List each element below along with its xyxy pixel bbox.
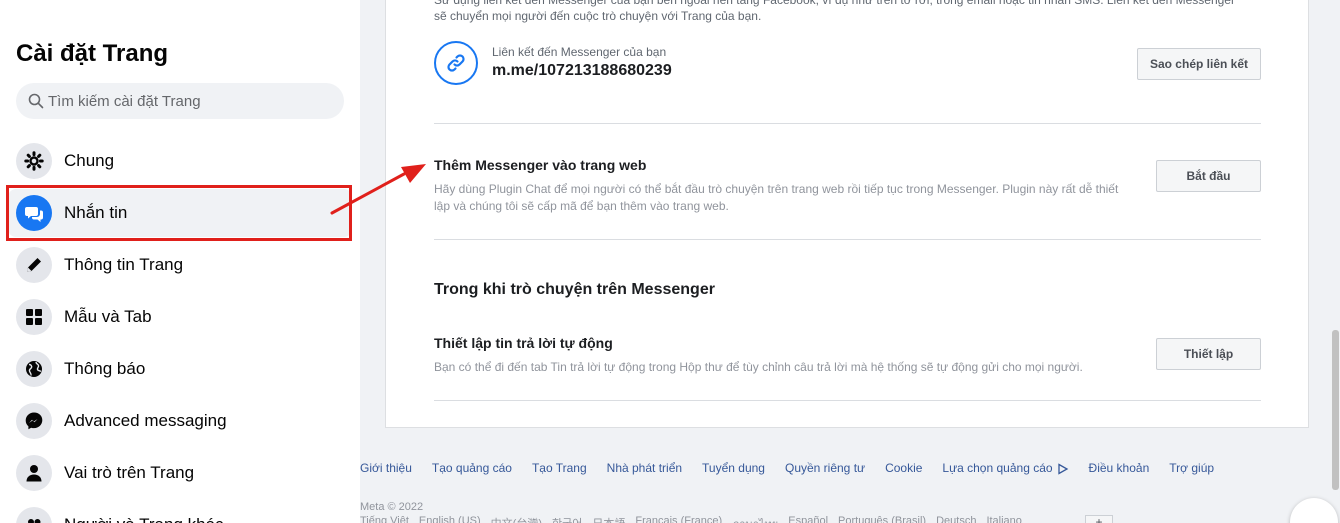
- more-languages-button[interactable]: +: [1085, 515, 1113, 523]
- sidebar-item-chung[interactable]: Chung: [8, 137, 352, 185]
- get-started-button[interactable]: Bắt đầu: [1156, 160, 1261, 192]
- search-box[interactable]: [16, 83, 344, 119]
- footer-link[interactable]: Quyền riêng tư: [785, 461, 865, 475]
- language-link[interactable]: Español: [788, 515, 828, 523]
- setup-button[interactable]: Thiết lập: [1156, 338, 1261, 370]
- link-icon: [434, 41, 478, 85]
- search-input[interactable]: [48, 92, 328, 110]
- description-line: Hãy dùng Plugin Chat để mọi người có thể…: [434, 182, 1119, 196]
- language-link[interactable]: 日本語: [592, 515, 625, 523]
- sidebar-item-label: Advanced messaging: [64, 411, 227, 430]
- divider: [434, 123, 1261, 124]
- language-link[interactable]: Français (France): [635, 515, 722, 523]
- sidebar-item-advanced-messaging[interactable]: Advanced messaging: [8, 397, 352, 445]
- description-line: sẽ chuyển mọi người đến cuộc trò chuyện …: [434, 9, 762, 23]
- sidebar-item-label: Người và Trang khác: [64, 515, 224, 523]
- globe-icon: [16, 351, 52, 387]
- sidebar-item-label: Thông báo: [64, 359, 146, 378]
- sidebar-item-label: Thông tin Trang: [64, 255, 184, 274]
- copyright: Meta © 2022: [360, 501, 424, 513]
- footer-link[interactable]: Lựa chọn quảng cáo: [942, 461, 1052, 475]
- grid-icon: [16, 299, 52, 335]
- language-link[interactable]: 한국어: [552, 515, 582, 523]
- sidebar-item-mau-va-tab[interactable]: Mẫu và Tab: [8, 293, 352, 341]
- description-line: lập và chúng tôi sẽ cấp mã để bạn thêm v…: [434, 199, 729, 213]
- section-heading: Trong khi trò chuyện trên Messenger: [434, 281, 715, 298]
- floating-action-button[interactable]: [1290, 498, 1338, 523]
- people-icon: [16, 507, 52, 523]
- sidebar-item-vai-tro[interactable]: Vai trò trên Trang: [8, 449, 352, 497]
- messenger-link-description: Sử dụng liên kết đến Messenger của bạn b…: [434, 0, 1264, 24]
- pencil-icon: [16, 247, 52, 283]
- footer-links: Giới thiệu Tạo quảng cáo Tạo Trang Nhà p…: [360, 461, 1234, 475]
- ad-choices-icon[interactable]: [1057, 463, 1069, 475]
- auto-reply-title: Thiết lập tin trả lời tự động: [434, 335, 613, 351]
- footer-link[interactable]: Tạo Trang: [532, 461, 587, 475]
- sidebar-item-thong-bao[interactable]: Thông báo: [8, 345, 352, 393]
- language-list: Tiếng Việt English (US) 中文(台灣) 한국어 日本語 F…: [360, 515, 1032, 523]
- copy-link-button[interactable]: Sao chép liên kết: [1137, 48, 1261, 80]
- sidebar-item-label: Vai trò trên Trang: [64, 463, 195, 482]
- gear-icon: [16, 143, 52, 179]
- footer-link[interactable]: Điều khoản: [1089, 461, 1150, 475]
- messenger-link[interactable]: m.me/107213188680239: [492, 62, 672, 80]
- language-link[interactable]: Português (Brasil): [838, 515, 926, 523]
- search-icon: [28, 93, 44, 109]
- auto-reply-description: Bạn có thể đi đến tab Tin trả lời tự độn…: [434, 360, 1083, 374]
- person-icon: [16, 455, 52, 491]
- footer-link[interactable]: Giới thiệu: [360, 461, 412, 475]
- sidebar-item-label: Chung: [64, 151, 115, 170]
- footer-link[interactable]: Cookie: [885, 461, 922, 475]
- footer-link[interactable]: Tuyển dụng: [702, 461, 765, 475]
- footer-link[interactable]: Tạo quảng cáo: [432, 461, 512, 475]
- sidebar-item-label: Mẫu và Tab: [64, 307, 152, 326]
- scrollbar[interactable]: [1332, 330, 1339, 490]
- footer-link[interactable]: Nhà phát triển: [607, 461, 682, 475]
- divider: [434, 400, 1261, 401]
- messenger-icon: [16, 403, 52, 439]
- messaging-settings-card: Sử dụng liên kết đến Messenger của bạn b…: [385, 0, 1309, 428]
- web-plugin-title: Thêm Messenger vào trang web: [434, 157, 647, 173]
- sidebar-item-thong-tin-trang[interactable]: Thông tin Trang: [8, 241, 352, 289]
- sidebar-item-nguoi-va-trang-khac[interactable]: Người và Trang khác: [8, 501, 352, 523]
- sidebar-title: Cài đặt Trang: [16, 40, 169, 67]
- language-link[interactable]: ภาษาไทย: [732, 515, 778, 523]
- footer-link[interactable]: Trợ giúp: [1169, 461, 1214, 475]
- language-link[interactable]: Deutsch: [936, 515, 976, 523]
- language-link[interactable]: 中文(台灣): [491, 515, 542, 523]
- web-plugin-description: Hãy dùng Plugin Chat để mọi người có thể…: [434, 181, 1134, 215]
- link-caption: Liên kết đến Messenger của bạn: [492, 45, 667, 59]
- description-line: Sử dụng liên kết đến Messenger của bạn b…: [434, 0, 1235, 7]
- sidebar: Cài đặt Trang Chung Nhắn tin Thông tin T…: [0, 0, 360, 523]
- divider: [434, 239, 1261, 240]
- highlight-box: [6, 185, 352, 241]
- language-link[interactable]: Tiếng Việt: [360, 515, 409, 523]
- language-link[interactable]: English (US): [419, 515, 481, 523]
- language-link[interactable]: Italiano: [986, 515, 1021, 523]
